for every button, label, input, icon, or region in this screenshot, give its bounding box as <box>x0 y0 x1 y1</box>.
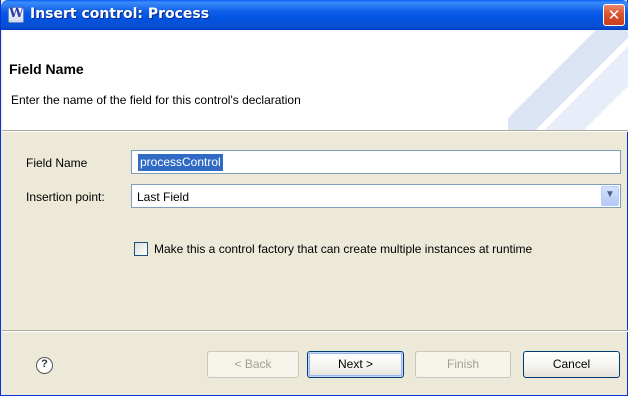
field-name-value: processControl <box>138 154 223 171</box>
wizard-dialog: W Insert control: Process ✕ Field Name E… <box>0 0 628 396</box>
wizard-header: Field Name Enter the name of the field f… <box>2 30 628 130</box>
page-title: Field Name <box>9 61 84 77</box>
back-button[interactable]: < Back <box>207 351 299 378</box>
banner-decoration <box>508 30 628 130</box>
page-description: Enter the name of the field for this con… <box>11 93 301 107</box>
help-icon[interactable]: ? <box>36 357 53 374</box>
close-icon: ✕ <box>607 6 621 24</box>
chevron-down-icon: ▼ <box>605 189 615 200</box>
header-divider <box>2 130 628 132</box>
factory-checkbox[interactable] <box>134 242 148 256</box>
insertion-point-value: Last Field <box>137 190 190 204</box>
close-button[interactable]: ✕ <box>603 4 625 26</box>
help-glyph: ? <box>41 358 48 370</box>
insertion-point-select[interactable]: Last Field ▼ <box>131 184 621 208</box>
insertion-point-label: Insertion point: <box>26 190 105 204</box>
dropdown-button[interactable]: ▼ <box>601 186 619 206</box>
finish-button[interactable]: Finish <box>415 351 511 378</box>
field-name-label: Field Name <box>26 156 88 170</box>
factory-checkbox-label[interactable]: Make this a control factory that can cre… <box>154 242 532 256</box>
app-icon: W <box>8 6 24 23</box>
cancel-button[interactable]: Cancel <box>523 351 620 378</box>
window-title: Insert control: Process <box>30 6 210 22</box>
app-icon-glyph: W <box>9 6 24 21</box>
title-bar[interactable]: W Insert control: Process ✕ <box>1 0 628 30</box>
field-name-input[interactable]: processControl <box>131 150 621 174</box>
next-button[interactable]: Next > <box>307 351 404 378</box>
footer-divider <box>2 330 628 332</box>
